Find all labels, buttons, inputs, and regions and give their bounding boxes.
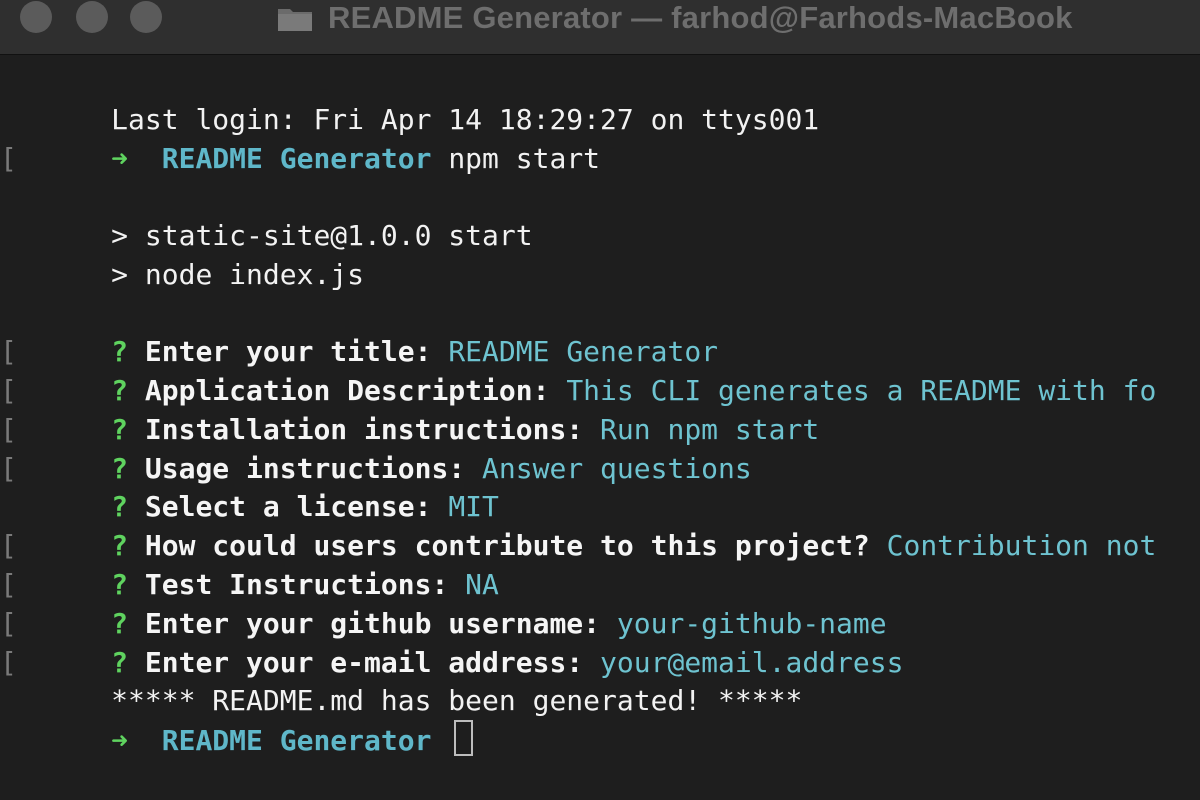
success-message-line: ***** README.md has been generated! ****… [10, 642, 802, 717]
terminal-cursor[interactable] [454, 720, 474, 756]
prompt-arrow-icon: ➜ [111, 724, 129, 757]
question-line: [? Test Instructions: NA [0, 526, 499, 601]
prompt-directory: README Generator [161, 724, 432, 757]
window-title-group: README Generator — farhod@Farhods-MacBoo… [276, 0, 1073, 36]
question-line: [? Application Description: This CLI gen… [0, 332, 1156, 407]
question-line: [? How could users contribute to this pr… [0, 487, 1156, 562]
last-login-line: Last login: Fri Apr 14 18:29:27 on ttys0… [10, 61, 819, 136]
question-line: [? Installation instructions: Run npm st… [0, 371, 819, 446]
question-line: [? Enter your title: README Generator [0, 293, 718, 368]
title-bar: README Generator — farhod@Farhods-MacBoo… [0, 0, 1200, 55]
command-prompt-line: [ ➜ README Generator npm start [0, 100, 600, 175]
prompt-bracket: [ [0, 142, 17, 175]
window-title: README Generator — farhod@Farhods-MacBoo… [328, 0, 1073, 35]
npm-output-line: > static-site@1.0.0 start [10, 177, 532, 252]
npm-output-line: > node index.js [10, 216, 364, 291]
prompt-arrow-icon: ➜ [111, 142, 129, 175]
zoom-icon[interactable] [130, 1, 162, 33]
npm-output-text: > node index.js [111, 258, 365, 291]
terminal-window: README Generator — farhod@Farhods-MacBoo… [0, 0, 1200, 800]
minimize-icon[interactable] [76, 1, 108, 33]
prompt-command: npm start [448, 142, 601, 175]
question-line: [? Enter your e-mail address: your@email… [0, 604, 903, 679]
folder-icon [278, 9, 312, 31]
question-line: [? Usage instructions: Answer questions [0, 410, 752, 485]
question-line: [? Enter your github username: your-gith… [0, 565, 887, 640]
question-answer: Answer questions [482, 452, 752, 485]
terminal-output[interactable]: Last login: Fri Apr 14 18:29:27 on ttys0… [0, 58, 1200, 800]
question-answer: Contribution not [886, 529, 1157, 562]
close-icon[interactable] [20, 1, 52, 33]
final-prompt-line[interactable]: ➜ README Generator [10, 681, 474, 757]
prompt-directory: README Generator [161, 142, 432, 175]
question-line: ? Select a license: MIT [10, 448, 499, 523]
